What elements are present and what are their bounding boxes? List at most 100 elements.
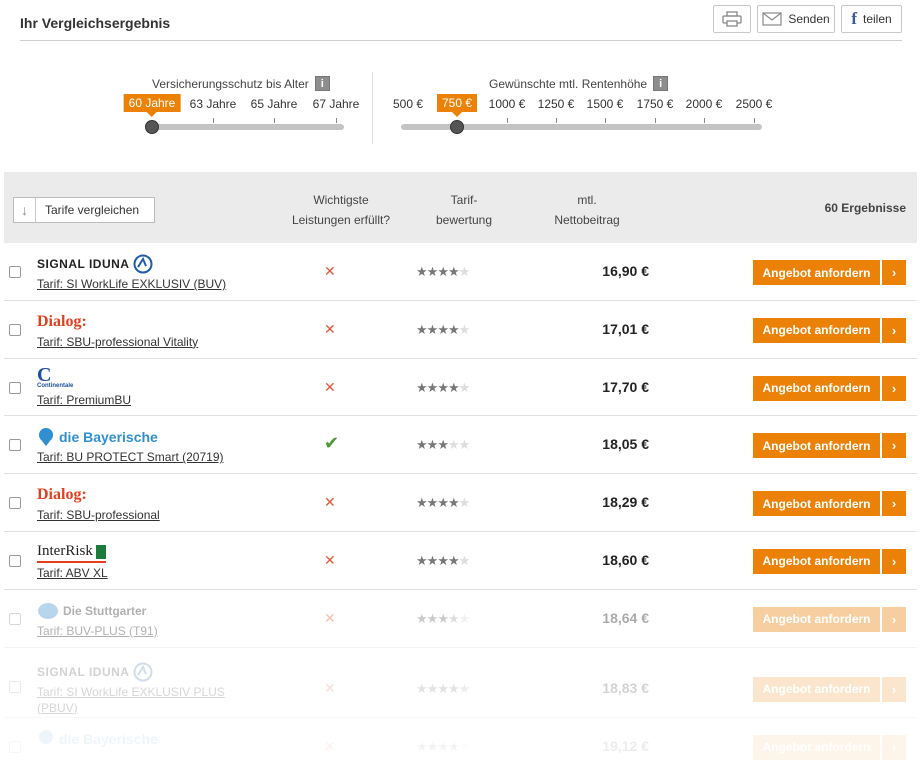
cross-icon: ✕ bbox=[324, 263, 336, 279]
compare-checkbox[interactable] bbox=[9, 497, 21, 510]
star-icon: ★ bbox=[426, 680, 439, 696]
table-row: Dialog: Tarif: SBU-professional ✕ ★★★★★ … bbox=[4, 474, 917, 532]
rating-stars: ★★★★★ bbox=[416, 437, 471, 453]
request-offer-button[interactable]: Angebot anfordern › bbox=[753, 606, 906, 632]
cross-icon: ✕ bbox=[324, 320, 336, 337]
compare-checkbox[interactable] bbox=[9, 612, 21, 625]
price: 18,05 € bbox=[602, 436, 649, 453]
age-tick bbox=[213, 118, 214, 123]
star-icon: ★ bbox=[447, 738, 460, 754]
tarif-link[interactable]: Tarif: BU PROTECT Smart (20719) bbox=[37, 449, 224, 465]
rent-option-1000[interactable]: 1000 € bbox=[489, 97, 526, 111]
request-offer-label: Angebot anfordern bbox=[753, 433, 880, 459]
insurer-logo: Dialog: bbox=[37, 312, 87, 332]
request-offer-button[interactable]: Angebot anfordern › bbox=[753, 734, 906, 760]
rent-slider-title: Gewünschte mtl. Rentenhöhe i bbox=[489, 76, 669, 91]
print-button[interactable] bbox=[713, 5, 751, 33]
compare-tariffs-button[interactable]: ↓ Tarife vergleichen bbox=[13, 197, 155, 223]
price: 17,01 € bbox=[602, 320, 649, 337]
compare-checkbox[interactable] bbox=[9, 554, 21, 567]
star-icon: ★ bbox=[426, 610, 439, 626]
rating-stars: ★★★★★ bbox=[416, 610, 470, 627]
results-table-header: ↓ Tarife vergleichen Wichtigste Leistung… bbox=[4, 172, 917, 243]
column-header-line: Nettobeitrag bbox=[554, 213, 620, 227]
insurer-name: Die Stuttgarter bbox=[63, 603, 147, 618]
star-icon: ★ bbox=[416, 552, 428, 568]
compare-checkbox[interactable] bbox=[9, 266, 21, 278]
star-icon: ★ bbox=[458, 495, 471, 511]
request-offer-label: Angebot anfordern bbox=[753, 734, 880, 760]
compare-checkbox[interactable] bbox=[9, 740, 21, 753]
compare-checkbox[interactable] bbox=[9, 323, 21, 336]
column-header-line: bewertung bbox=[435, 213, 493, 227]
tarif-link[interactable]: Tarif: SI WorkLife EXKLUSIV PLUS (PBUV) bbox=[37, 684, 247, 716]
info-icon[interactable]: i bbox=[653, 76, 669, 91]
compare-checkbox[interactable] bbox=[9, 381, 21, 394]
price: 18,60 € bbox=[602, 551, 649, 568]
age-slider-track[interactable] bbox=[148, 124, 344, 130]
rent-option-750[interactable]: 750 € bbox=[436, 94, 478, 117]
share-label: teilen bbox=[862, 12, 892, 26]
star-icon: ★ bbox=[426, 738, 439, 754]
insurer-name: Dialog: bbox=[37, 312, 87, 330]
age-option-65[interactable]: 65 Jahre bbox=[251, 97, 298, 111]
request-offer-button[interactable]: Angebot anfordern › bbox=[753, 548, 906, 574]
column-header-line: Leistungen erfüllt? bbox=[291, 213, 391, 227]
rent-option-500[interactable]: 500 € bbox=[393, 97, 423, 111]
facebook-icon: f bbox=[851, 9, 857, 28]
star-icon: ★ bbox=[437, 738, 449, 754]
star-icon: ★ bbox=[426, 495, 439, 511]
rent-option-1250[interactable]: 1250 € bbox=[538, 97, 575, 111]
request-offer-button[interactable]: Angebot anfordern › bbox=[753, 433, 906, 459]
star-icon: ★ bbox=[416, 680, 428, 696]
star-icon: ★ bbox=[426, 321, 439, 337]
age-option-67[interactable]: 67 Jahre bbox=[313, 97, 360, 111]
insurer-logo: Dialog: bbox=[37, 485, 87, 505]
compare-checkbox[interactable] bbox=[9, 439, 21, 452]
table-row: C Continentale Tarif: PremiumBU ✕ ★★★★★ … bbox=[4, 359, 917, 417]
star-icon: ★ bbox=[416, 321, 428, 337]
tarif-link[interactable]: Tarif: BUV-PLUS (T91) bbox=[37, 623, 158, 639]
star-icon: ★ bbox=[416, 610, 428, 626]
chevron-right-icon: › bbox=[882, 548, 906, 574]
chevron-right-icon: › bbox=[882, 734, 906, 760]
request-offer-button[interactable]: Angebot anfordern › bbox=[753, 676, 906, 702]
age-option-63[interactable]: 63 Jahre bbox=[190, 97, 237, 111]
request-offer-button[interactable]: Angebot anfordern › bbox=[753, 375, 906, 401]
rating-stars: ★★★★★ bbox=[416, 680, 471, 697]
star-icon: ★ bbox=[437, 379, 449, 395]
rent-option-2500[interactable]: 2500 € bbox=[736, 97, 773, 111]
rent-option-1750[interactable]: 1750 € bbox=[637, 97, 674, 111]
insurer-logo: Die Stuttgarter bbox=[37, 601, 146, 621]
chevron-right-icon: › bbox=[882, 317, 906, 343]
tarif-link[interactable]: Tarif: PremiumBU bbox=[37, 392, 131, 408]
rent-slider-label: Gewünschte mtl. Rentenhöhe bbox=[489, 76, 648, 91]
age-slider-title: Versicherungsschutz bis Alter i bbox=[152, 76, 330, 91]
tarif-link[interactable]: Tarif: SBU-professional bbox=[37, 507, 160, 523]
share-button[interactable]: f teilen bbox=[841, 5, 902, 33]
age-slider-handle[interactable] bbox=[145, 120, 159, 134]
star-icon: ★ bbox=[458, 379, 471, 395]
results-list: SIGNAL IDUNA Tarif: SI WorkLife EXKLUSIV… bbox=[4, 243, 917, 770]
rent-option-2000[interactable]: 2000 € bbox=[686, 97, 723, 111]
tarif-link[interactable]: Tarif: ABV XL bbox=[37, 565, 108, 581]
stuttgarter-icon bbox=[38, 602, 58, 619]
request-offer-label: Angebot anfordern bbox=[753, 317, 880, 343]
info-icon[interactable]: i bbox=[314, 76, 330, 91]
star-icon: ★ bbox=[437, 495, 449, 511]
continentale-icon: C bbox=[37, 363, 52, 386]
age-option-60[interactable]: 60 Jahre bbox=[123, 94, 181, 117]
star-icon: ★ bbox=[458, 437, 471, 453]
rent-slider-handle[interactable] bbox=[450, 120, 464, 134]
send-button[interactable]: Senden bbox=[757, 5, 835, 33]
tarif-link[interactable]: Tarif: SI WorkLife EXKLUSIV (BUV) bbox=[37, 276, 226, 292]
rent-option-1500[interactable]: 1500 € bbox=[587, 97, 624, 111]
request-offer-button[interactable]: Angebot anfordern › bbox=[753, 317, 906, 343]
star-icon: ★ bbox=[458, 680, 471, 696]
request-offer-button[interactable]: Angebot anfordern › bbox=[753, 260, 906, 285]
request-offer-button[interactable]: Angebot anfordern › bbox=[753, 491, 906, 517]
rating-stars: ★★★★★ bbox=[416, 379, 471, 396]
tarif-link[interactable]: Tarif: SBU-professional Vitality bbox=[37, 334, 198, 350]
compare-checkbox[interactable] bbox=[9, 680, 21, 693]
rating-stars: ★★★★★ bbox=[416, 321, 470, 338]
